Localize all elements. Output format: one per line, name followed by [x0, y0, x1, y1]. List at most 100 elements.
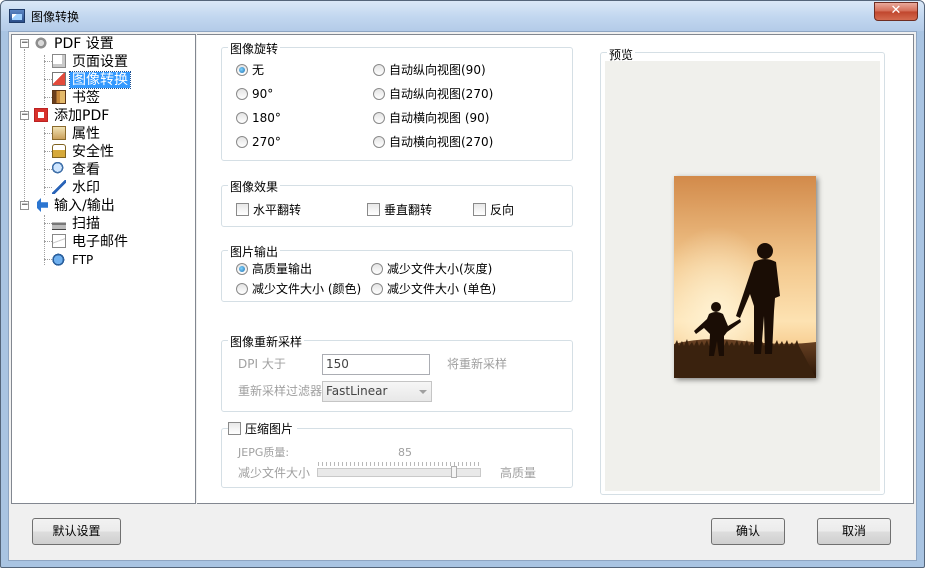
- slider-max-label: 高质量: [500, 466, 537, 480]
- effects-group-title: 图像效果: [228, 178, 281, 195]
- compress-group: 压缩图片 JEPG质量: 85 减少文件大小 高质量: [221, 421, 573, 488]
- radio-button[interactable]: [371, 283, 383, 295]
- radio-button[interactable]: [236, 88, 248, 100]
- tree-line: [44, 61, 52, 62]
- radio-button[interactable]: [236, 136, 248, 148]
- tree-line: [44, 259, 52, 260]
- rotation-group-title: 图像旋转: [228, 40, 281, 57]
- window-title: 图像转换: [31, 10, 80, 24]
- flip-vertical-checkbox[interactable]: 垂直翻转: [367, 202, 432, 218]
- checkbox[interactable]: [228, 422, 241, 435]
- radio-button[interactable]: [373, 88, 385, 100]
- radio-button[interactable]: [236, 112, 248, 124]
- radio-button[interactable]: [373, 64, 385, 76]
- radio-button[interactable]: [371, 263, 383, 275]
- radio-button[interactable]: [236, 64, 248, 76]
- tree-item-image-convert[interactable]: 图像转换: [52, 71, 131, 89]
- rotation-option-270[interactable]: 270°: [236, 134, 281, 150]
- tree-line: [44, 169, 52, 170]
- checkbox[interactable]: [236, 203, 249, 216]
- quality-slider-thumb[interactable]: [451, 466, 458, 478]
- dpi-input[interactable]: 150: [322, 354, 430, 375]
- invert-checkbox[interactable]: 反向: [473, 202, 514, 218]
- dialog-window: 图像转换 ✕ − − − PDF 设置 页面设置 图像转换 书签 添加PDF 属…: [0, 0, 925, 568]
- rotation-option-auto-portrait-90[interactable]: 自动纵向视图(90): [373, 62, 486, 78]
- app-image-icon: [9, 9, 25, 23]
- checkbox[interactable]: [367, 203, 380, 216]
- dpi-suffix-label: 将重新采样: [447, 357, 508, 371]
- tree-line: [44, 151, 52, 152]
- tree-line: [44, 133, 52, 134]
- lock-icon: [52, 144, 66, 158]
- tree-item-pdf-settings[interactable]: PDF 设置: [34, 35, 116, 53]
- tree-line: [44, 187, 52, 188]
- preview-group: 预览: [600, 46, 885, 495]
- tree-expander-io[interactable]: −: [20, 201, 29, 210]
- tree-item-watermark[interactable]: 水印: [52, 179, 102, 197]
- tree-expander-add-pdf[interactable]: −: [20, 111, 29, 120]
- arrow-left-icon: [34, 198, 48, 212]
- radio-button[interactable]: [236, 283, 248, 295]
- radio-button[interactable]: [373, 112, 385, 124]
- output-option-high-quality[interactable]: 高质量输出: [236, 261, 312, 277]
- tree-item-add-pdf[interactable]: 添加PDF: [34, 107, 111, 125]
- tree-line: [44, 223, 52, 224]
- tree-item-input-output[interactable]: 输入/输出: [34, 197, 117, 215]
- tree-item-view[interactable]: 查看: [52, 161, 102, 179]
- tree-expander-pdf-settings[interactable]: −: [20, 39, 29, 48]
- tree-item-ftp[interactable]: FTP: [52, 251, 95, 269]
- jpeg-quality-label: JEPG质量:: [238, 446, 290, 459]
- filter-label: 重新采样过滤器: [238, 384, 323, 398]
- envelope-icon: [52, 234, 66, 248]
- tree-line: [44, 127, 45, 195]
- dialog-client-area: − − − PDF 设置 页面设置 图像转换 书签 添加PDF 属性 安全性 查…: [8, 31, 917, 561]
- properties-icon: [52, 126, 66, 140]
- jpeg-quality-value: 85: [398, 446, 412, 459]
- ok-button[interactable]: 确认: [711, 518, 785, 545]
- rotation-option-none[interactable]: 无: [236, 62, 264, 78]
- tree-item-security[interactable]: 安全性: [52, 143, 116, 161]
- close-icon: ✕: [890, 3, 902, 18]
- output-group-title: 图片输出: [228, 243, 281, 260]
- compress-checkbox[interactable]: 压缩图片: [228, 421, 298, 437]
- bookmark-icon: [52, 90, 66, 104]
- watermark-icon: [52, 180, 66, 194]
- radio-button[interactable]: [236, 263, 248, 275]
- page-setup-icon: [52, 54, 66, 68]
- tree-item-page-setup[interactable]: 页面设置: [52, 53, 130, 71]
- output-group: 图片输出 高质量输出 减少文件大小(灰度) 减少文件大小 (颜色) 减少文件大小…: [221, 243, 573, 302]
- filter-select[interactable]: FastLinear: [322, 381, 432, 402]
- default-settings-button[interactable]: 默认设置: [32, 518, 121, 545]
- image-convert-icon: [52, 72, 66, 86]
- rotation-group: 图像旋转 无 自动纵向视图(90) 90° 自动纵向视图(270) 180° 自…: [221, 40, 573, 161]
- output-option-reduce-color[interactable]: 减少文件大小 (颜色): [236, 281, 361, 297]
- pdf-settings-icon: [34, 36, 48, 50]
- output-option-reduce-gray[interactable]: 减少文件大小(灰度): [371, 261, 492, 277]
- rotation-option-auto-landscape-90[interactable]: 自动横向视图 (90): [373, 110, 489, 126]
- rotation-option-180[interactable]: 180°: [236, 110, 281, 126]
- output-option-reduce-mono[interactable]: 减少文件大小 (单色): [371, 281, 496, 297]
- resample-group: 图像重新采样 DPI 大于 150 将重新采样 重新采样过滤器 FastLine…: [221, 333, 573, 412]
- title-bar[interactable]: 图像转换 ✕: [1, 1, 924, 31]
- rotation-option-auto-portrait-270[interactable]: 自动纵向视图(270): [373, 86, 493, 102]
- tree-item-bookmarks[interactable]: 书签: [52, 89, 102, 107]
- settings-tree[interactable]: − − − PDF 设置 页面设置 图像转换 书签 添加PDF 属性 安全性 查…: [11, 34, 196, 504]
- scanner-icon: [52, 216, 66, 230]
- tree-line: [24, 49, 25, 209]
- dpi-label: DPI 大于: [238, 357, 286, 371]
- radio-button[interactable]: [373, 136, 385, 148]
- close-button[interactable]: ✕: [874, 2, 918, 21]
- cancel-button[interactable]: 取消: [817, 518, 891, 545]
- tree-item-properties[interactable]: 属性: [52, 125, 102, 143]
- tree-item-scan[interactable]: 扫描: [52, 215, 102, 233]
- tree-line: [44, 97, 52, 98]
- tree-line: [44, 79, 52, 80]
- tree-line: [44, 241, 52, 242]
- effects-group: 图像效果 水平翻转 垂直翻转 反向: [221, 178, 573, 227]
- checkbox[interactable]: [473, 203, 486, 216]
- tree-item-email[interactable]: 电子邮件: [52, 233, 130, 251]
- flip-horizontal-checkbox[interactable]: 水平翻转: [236, 202, 301, 218]
- rotation-option-90[interactable]: 90°: [236, 86, 273, 102]
- rotation-option-auto-landscape-270[interactable]: 自动横向视图(270): [373, 134, 493, 150]
- magnifier-icon: [52, 162, 66, 176]
